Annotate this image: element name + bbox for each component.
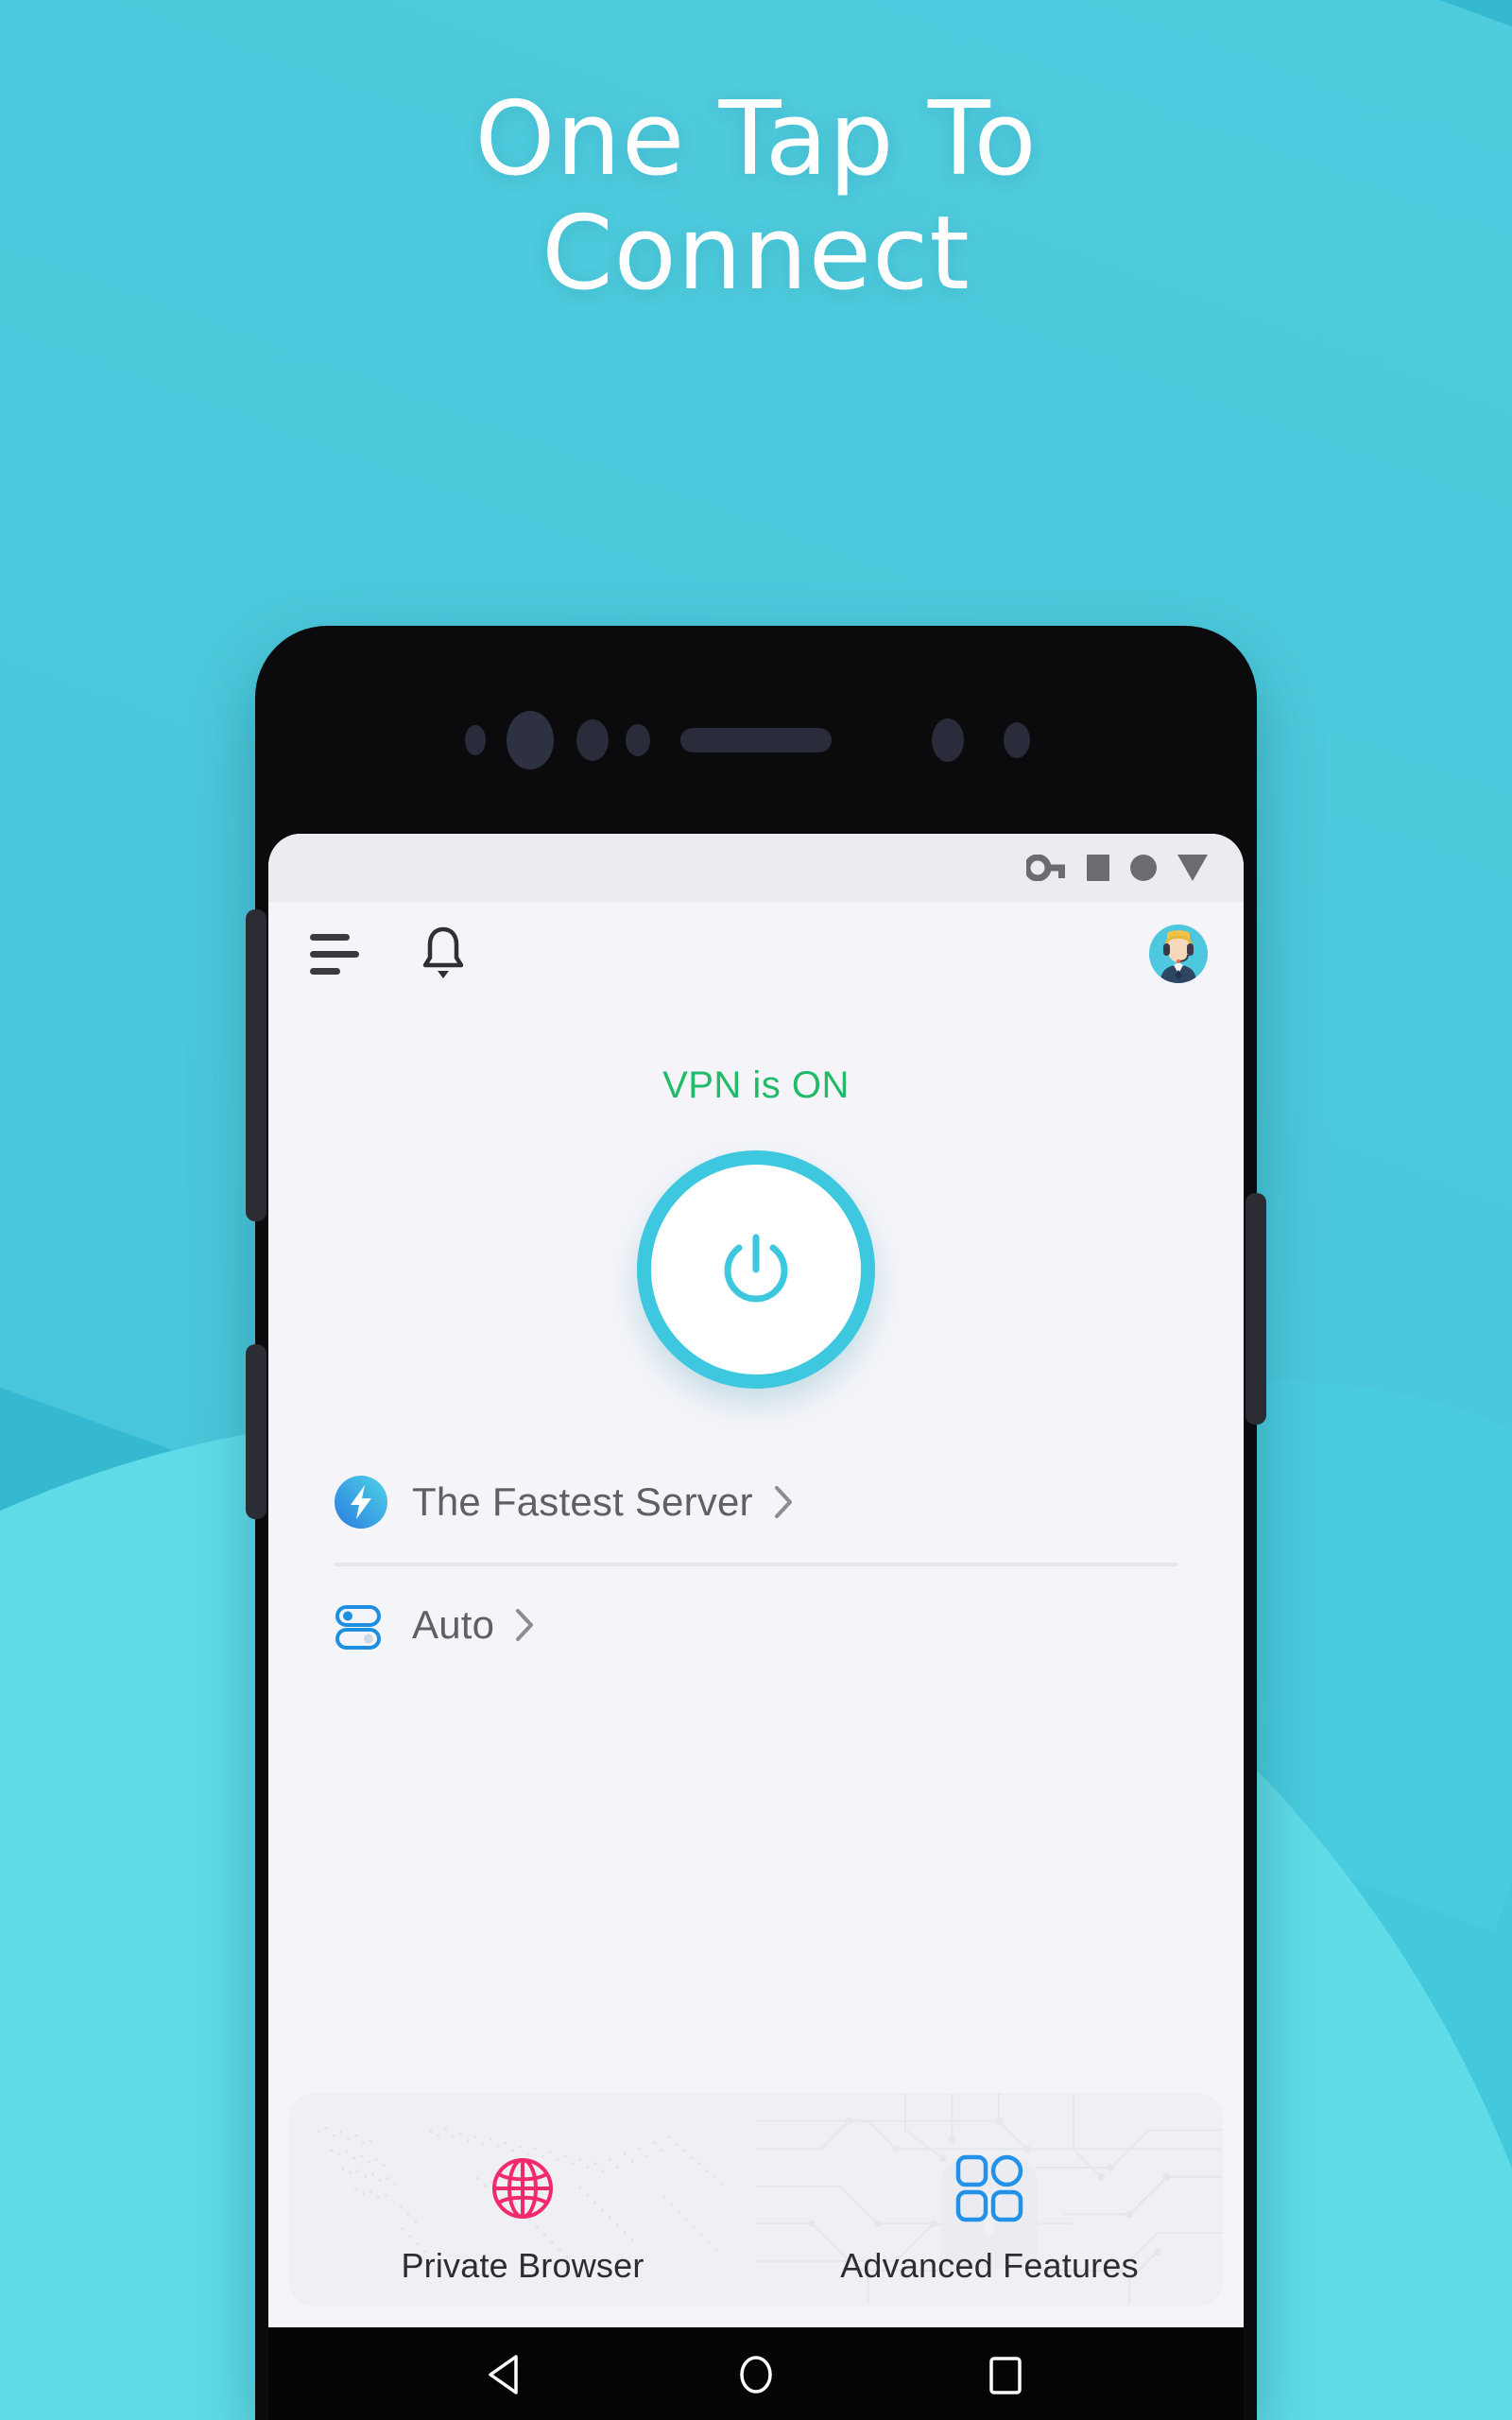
signal-triangle-icon: [1177, 855, 1208, 881]
recents-square-icon[interactable]: [984, 2353, 1027, 2396]
app-top-bar: [268, 902, 1244, 1006]
support-agent-avatar[interactable]: [1149, 925, 1208, 983]
menu-line: [310, 967, 340, 975]
vpn-status-text: VPN is ON: [662, 1064, 850, 1106]
menu-icon[interactable]: [310, 933, 359, 975]
front-camera-icon: [507, 711, 554, 769]
vpn-key-icon: [1026, 855, 1065, 881]
globe-icon: [487, 2152, 558, 2229]
sensor-icon: [576, 719, 609, 761]
android-status-bar: [268, 834, 1244, 902]
phone-mockup: VPN is ON The Fastest Server Auto Privat…: [246, 626, 1266, 2420]
feature-cards: Private Browser Advanced Features: [289, 2093, 1223, 2307]
phone-sensor-array: [255, 711, 1257, 769]
power-side-button[interactable]: [1246, 1193, 1266, 1425]
sensor-icon: [626, 724, 650, 756]
vpn-power-button[interactable]: [637, 1150, 875, 1389]
headline-line-2: Connect: [541, 194, 971, 313]
card-private-browser[interactable]: Private Browser: [289, 2093, 756, 2307]
power-icon: [724, 1234, 788, 1303]
row-fastest-server[interactable]: The Fastest Server: [268, 1459, 1244, 1546]
menu-line: [310, 950, 359, 958]
battery-icon: [1087, 855, 1109, 881]
menu-line: [310, 933, 350, 941]
bell-icon[interactable]: [418, 924, 469, 985]
power-button-wrapper: [268, 1150, 1244, 1389]
android-nav-bar: [268, 2327, 1244, 2420]
chevron-right-icon: [770, 1481, 797, 1523]
card-label: Private Browser: [401, 2246, 644, 2285]
earpiece-speaker: [680, 728, 832, 752]
chevron-right-icon: [511, 1604, 538, 1646]
card-advanced-features[interactable]: Advanced Features: [756, 2093, 1223, 2307]
headline-line-1: One Tap To: [474, 80, 1038, 199]
phone-screen: VPN is ON The Fastest Server Auto Privat…: [268, 834, 1244, 2327]
assistant-button[interactable]: [246, 1344, 266, 1519]
home-circle-icon[interactable]: [734, 2353, 778, 2396]
options-list: The Fastest Server Auto: [268, 1459, 1244, 1668]
sensor-icon: [465, 725, 486, 755]
sensor-icon: [1004, 722, 1030, 758]
row-label: The Fastest Server: [412, 1479, 753, 1524]
lightning-bolt-icon: [335, 1476, 387, 1529]
card-label: Advanced Features: [840, 2246, 1139, 2285]
row-label: Auto: [412, 1602, 495, 1647]
sensor-icon: [932, 718, 964, 762]
circle-icon: [1130, 855, 1157, 881]
row-divider: [335, 1563, 1177, 1566]
row-protocol-auto[interactable]: Auto: [268, 1582, 1244, 1668]
back-triangle-icon[interactable]: [485, 2353, 528, 2396]
protocol-toggles-icon: [335, 1599, 387, 1651]
grid-apps-icon: [954, 2152, 1025, 2229]
promo-headline: One Tap To Connect: [0, 80, 1512, 313]
volume-button[interactable]: [246, 909, 266, 1221]
